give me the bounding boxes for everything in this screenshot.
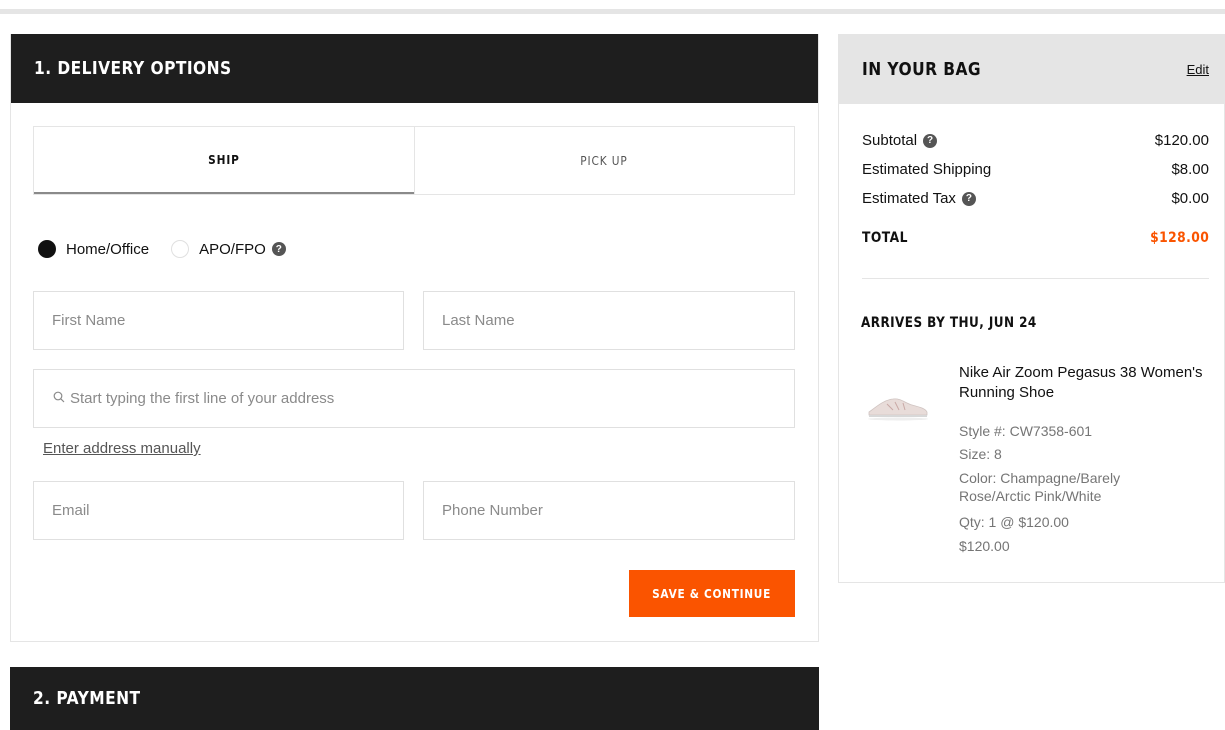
bag-summary-panel: IN YOUR BAG Edit Subtotal ? $120.00 Esti…	[838, 34, 1225, 583]
delivery-method-tabs: SHIP PICK UP	[33, 126, 795, 195]
product-name: Nike Air Zoom Pegasus 38 Women's Running…	[959, 364, 1203, 401]
apo-fpo-radio[interactable]	[171, 240, 190, 258]
bag-header: IN YOUR BAG Edit	[839, 35, 1224, 104]
tab-ship-label: SHIP	[207, 152, 240, 167]
arrival-date: ARRIVES BY THU, JUN 24	[861, 315, 1037, 331]
tab-pick-up[interactable]: PICK UP	[413, 127, 795, 194]
bag-title: IN YOUR BAG	[862, 59, 982, 80]
subtotal-label: Subtotal	[862, 132, 918, 149]
product-size: Size: 8	[959, 446, 1002, 462]
last-name-field	[423, 291, 795, 350]
home-office-radio[interactable]	[38, 240, 56, 258]
phone-number-input[interactable]	[424, 482, 794, 539]
save-and-continue-button[interactable]: SAVE & CONTINUE	[629, 570, 795, 617]
shipping-label: Estimated Shipping	[862, 161, 992, 178]
address-search-field	[33, 369, 795, 428]
enter-address-manually-link[interactable]: Enter address manually	[43, 440, 201, 457]
help-icon[interactable]: ?	[271, 242, 286, 256]
shipping-value: $8.00	[1171, 161, 1209, 178]
product-color: Color: Champagne/Barely Rose/Arctic Pink…	[959, 470, 1121, 504]
total-label: TOTAL	[862, 230, 908, 246]
first-name-input[interactable]	[34, 292, 403, 349]
tab-ship[interactable]: SHIP	[34, 127, 414, 194]
delivery-options-header: 1. DELIVERY OPTIONS	[11, 34, 818, 103]
address-search-input[interactable]	[34, 370, 794, 427]
tax-value: $0.00	[1171, 190, 1209, 207]
home-office-label: Home/Office	[66, 240, 150, 258]
delivery-options-panel: 1. DELIVERY OPTIONS SHIP PICK UP Home/Of…	[10, 34, 819, 642]
tax-help-icon[interactable]: ?	[961, 191, 976, 206]
email-input[interactable]	[34, 482, 403, 539]
address-type-radio-group: Home/Office APO/FPO ?	[38, 240, 286, 258]
email-field	[33, 481, 404, 540]
top-divider	[0, 9, 1225, 14]
apo-fpo-label: APO/FPO	[199, 240, 266, 258]
product-shoe-image	[868, 398, 928, 421]
product-quantity: Qty: 1 @ $120.00	[959, 514, 1069, 530]
phone-number-field	[423, 481, 795, 540]
tax-label: Estimated Tax	[862, 190, 956, 207]
edit-bag-link[interactable]: Edit	[1187, 62, 1209, 77]
search-icon	[53, 391, 65, 403]
payment-title: 2. PAYMENT	[33, 688, 141, 709]
bag-divider	[862, 278, 1209, 279]
save-and-continue-label: SAVE & CONTINUE	[652, 586, 772, 601]
subtotal-row: Subtotal ? $120.00	[862, 132, 1209, 149]
payment-header[interactable]: 2. PAYMENT	[10, 667, 819, 730]
first-name-field	[33, 291, 404, 350]
tab-pick-up-label: PICK UP	[580, 153, 628, 168]
product-price: $120.00	[959, 538, 1010, 554]
total-row: TOTAL $128.00	[862, 230, 1209, 246]
last-name-input[interactable]	[424, 292, 794, 349]
tax-row: Estimated Tax ? $0.00	[862, 190, 1209, 207]
subtotal-value: $120.00	[1154, 132, 1209, 149]
product-style: Style #: CW7358-601	[959, 423, 1093, 439]
total-value: $128.00	[1149, 230, 1209, 246]
shipping-row: Estimated Shipping $8.00	[862, 161, 1209, 178]
subtotal-help-icon[interactable]: ?	[923, 133, 938, 148]
delivery-options-title: 1. DELIVERY OPTIONS	[34, 58, 232, 79]
